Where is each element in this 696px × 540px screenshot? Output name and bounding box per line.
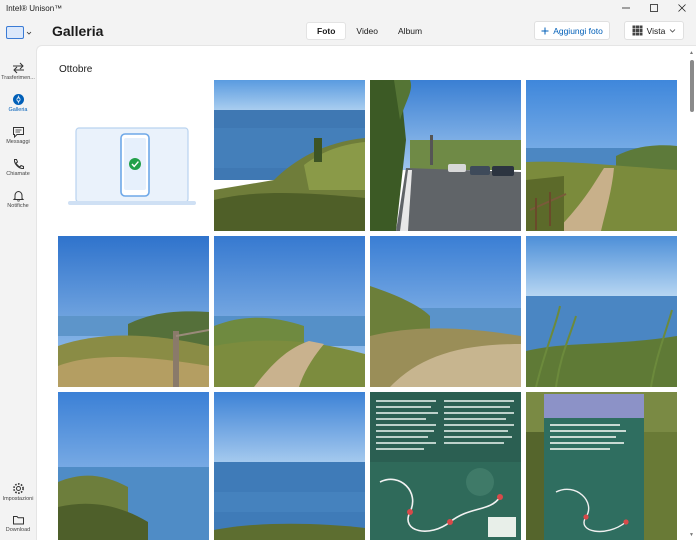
photo-cliff-with-fence <box>58 236 209 387</box>
phone-icon <box>13 159 24 170</box>
photo-sea-coast-hill <box>214 80 365 231</box>
photo-cliff-trail-sea <box>214 236 365 387</box>
photo-trail-map-sign <box>370 392 521 540</box>
gallery-tabs: Foto Video Album <box>306 21 432 41</box>
scroll-down-icon[interactable]: ▼ <box>689 532 694 538</box>
folder-icon <box>12 516 24 525</box>
close-icon[interactable] <box>668 0 696 16</box>
device-selector[interactable] <box>6 26 32 39</box>
nav-label: Messaggi <box>6 139 30 145</box>
tab-video[interactable]: Video <box>346 22 388 40</box>
title-bar: Intel® Unison™ <box>0 0 696 16</box>
app-title: Intel® Unison™ <box>6 3 63 13</box>
photo-road-with-cars <box>370 80 521 231</box>
nav-label: Notifiche <box>7 203 29 209</box>
add-photos-label: Aggiungi foto <box>553 25 603 36</box>
nav-label: Trasferimen... <box>1 75 35 81</box>
view-button[interactable]: Vista <box>624 21 684 40</box>
gallery-icon <box>12 94 24 105</box>
gallery-photo-tile[interactable] <box>58 392 209 540</box>
gallery-photo-tile[interactable] <box>526 80 677 231</box>
page-title: Galleria <box>52 23 104 39</box>
nav-item-settings[interactable]: Impostazioni <box>0 482 36 502</box>
photo-school-path-sign <box>526 392 677 540</box>
gallery-photo-tile[interactable] <box>370 236 521 387</box>
nav-item-download[interactable]: Download <box>0 514 36 533</box>
scroll-thumb[interactable] <box>690 60 694 112</box>
view-label: Vista <box>646 25 666 36</box>
bell-icon <box>12 190 24 202</box>
tab-album[interactable]: Album <box>388 22 432 40</box>
photo-sea-grass-foreground <box>526 236 677 387</box>
grid-icon <box>632 25 643 36</box>
gallery-photo-tile[interactable] <box>526 392 677 540</box>
laptop-device-icon <box>6 26 24 39</box>
gallery-photo-tile[interactable] <box>214 236 365 387</box>
minimize-icon[interactable] <box>612 0 640 16</box>
chevron-down-icon <box>670 28 676 33</box>
window-controls <box>612 0 696 16</box>
scroll-up-icon[interactable]: ▲ <box>689 50 694 56</box>
gallery-photo-tile[interactable] <box>526 236 677 387</box>
tab-foto[interactable]: Foto <box>306 22 347 40</box>
maximize-icon[interactable] <box>640 0 668 16</box>
transfer-icon <box>12 62 24 74</box>
gallery-placeholder-tile[interactable] <box>58 80 209 231</box>
photo-path-to-headland <box>526 80 677 231</box>
vertical-scrollbar[interactable]: ▲ ▼ <box>689 50 694 538</box>
add-photos-button[interactable]: Aggiungi foto <box>534 21 610 40</box>
nav-label: Download <box>5 527 31 533</box>
chevron-down-icon <box>26 31 32 35</box>
phone-on-laptop-check-icon <box>58 80 209 231</box>
gear-icon <box>12 483 24 494</box>
gallery-photo-tile[interactable] <box>214 392 365 540</box>
navigation-rail: Trasferimen... Galleria Messaggi Chiamat… <box>0 16 36 540</box>
message-icon <box>12 127 24 138</box>
nav-item-transfer[interactable]: Trasferimen... <box>0 62 36 81</box>
photo-cliff-edge-grass <box>370 236 521 387</box>
nav-item-calls[interactable]: Chiamate <box>0 158 36 177</box>
nav-label: Chiamate <box>6 171 30 177</box>
plus-icon <box>541 27 549 34</box>
gallery-photo-tile[interactable] <box>58 236 209 387</box>
gallery-photo-tile[interactable] <box>370 80 521 231</box>
photo-sea-horizon <box>214 392 365 540</box>
nav-label: Galleria <box>8 107 28 113</box>
nav-item-notifications[interactable]: Notifiche <box>0 190 36 209</box>
nav-item-messages[interactable]: Messaggi <box>0 126 36 145</box>
nav-item-gallery[interactable]: Galleria <box>0 93 36 113</box>
nav-label: Impostazioni <box>2 496 34 502</box>
gallery-content: Ottobre ▲ ▼ <box>36 45 696 540</box>
app-window: Intel® Unison™ Trasferimen... Galleria M… <box>0 0 696 540</box>
gallery-photo-tile[interactable] <box>370 392 521 540</box>
page-header: Galleria Foto Video Album Aggiungi foto … <box>36 16 696 46</box>
section-title: Ottobre <box>59 64 93 75</box>
gallery-photo-tile[interactable] <box>214 80 365 231</box>
photo-headland-sea <box>58 392 209 540</box>
